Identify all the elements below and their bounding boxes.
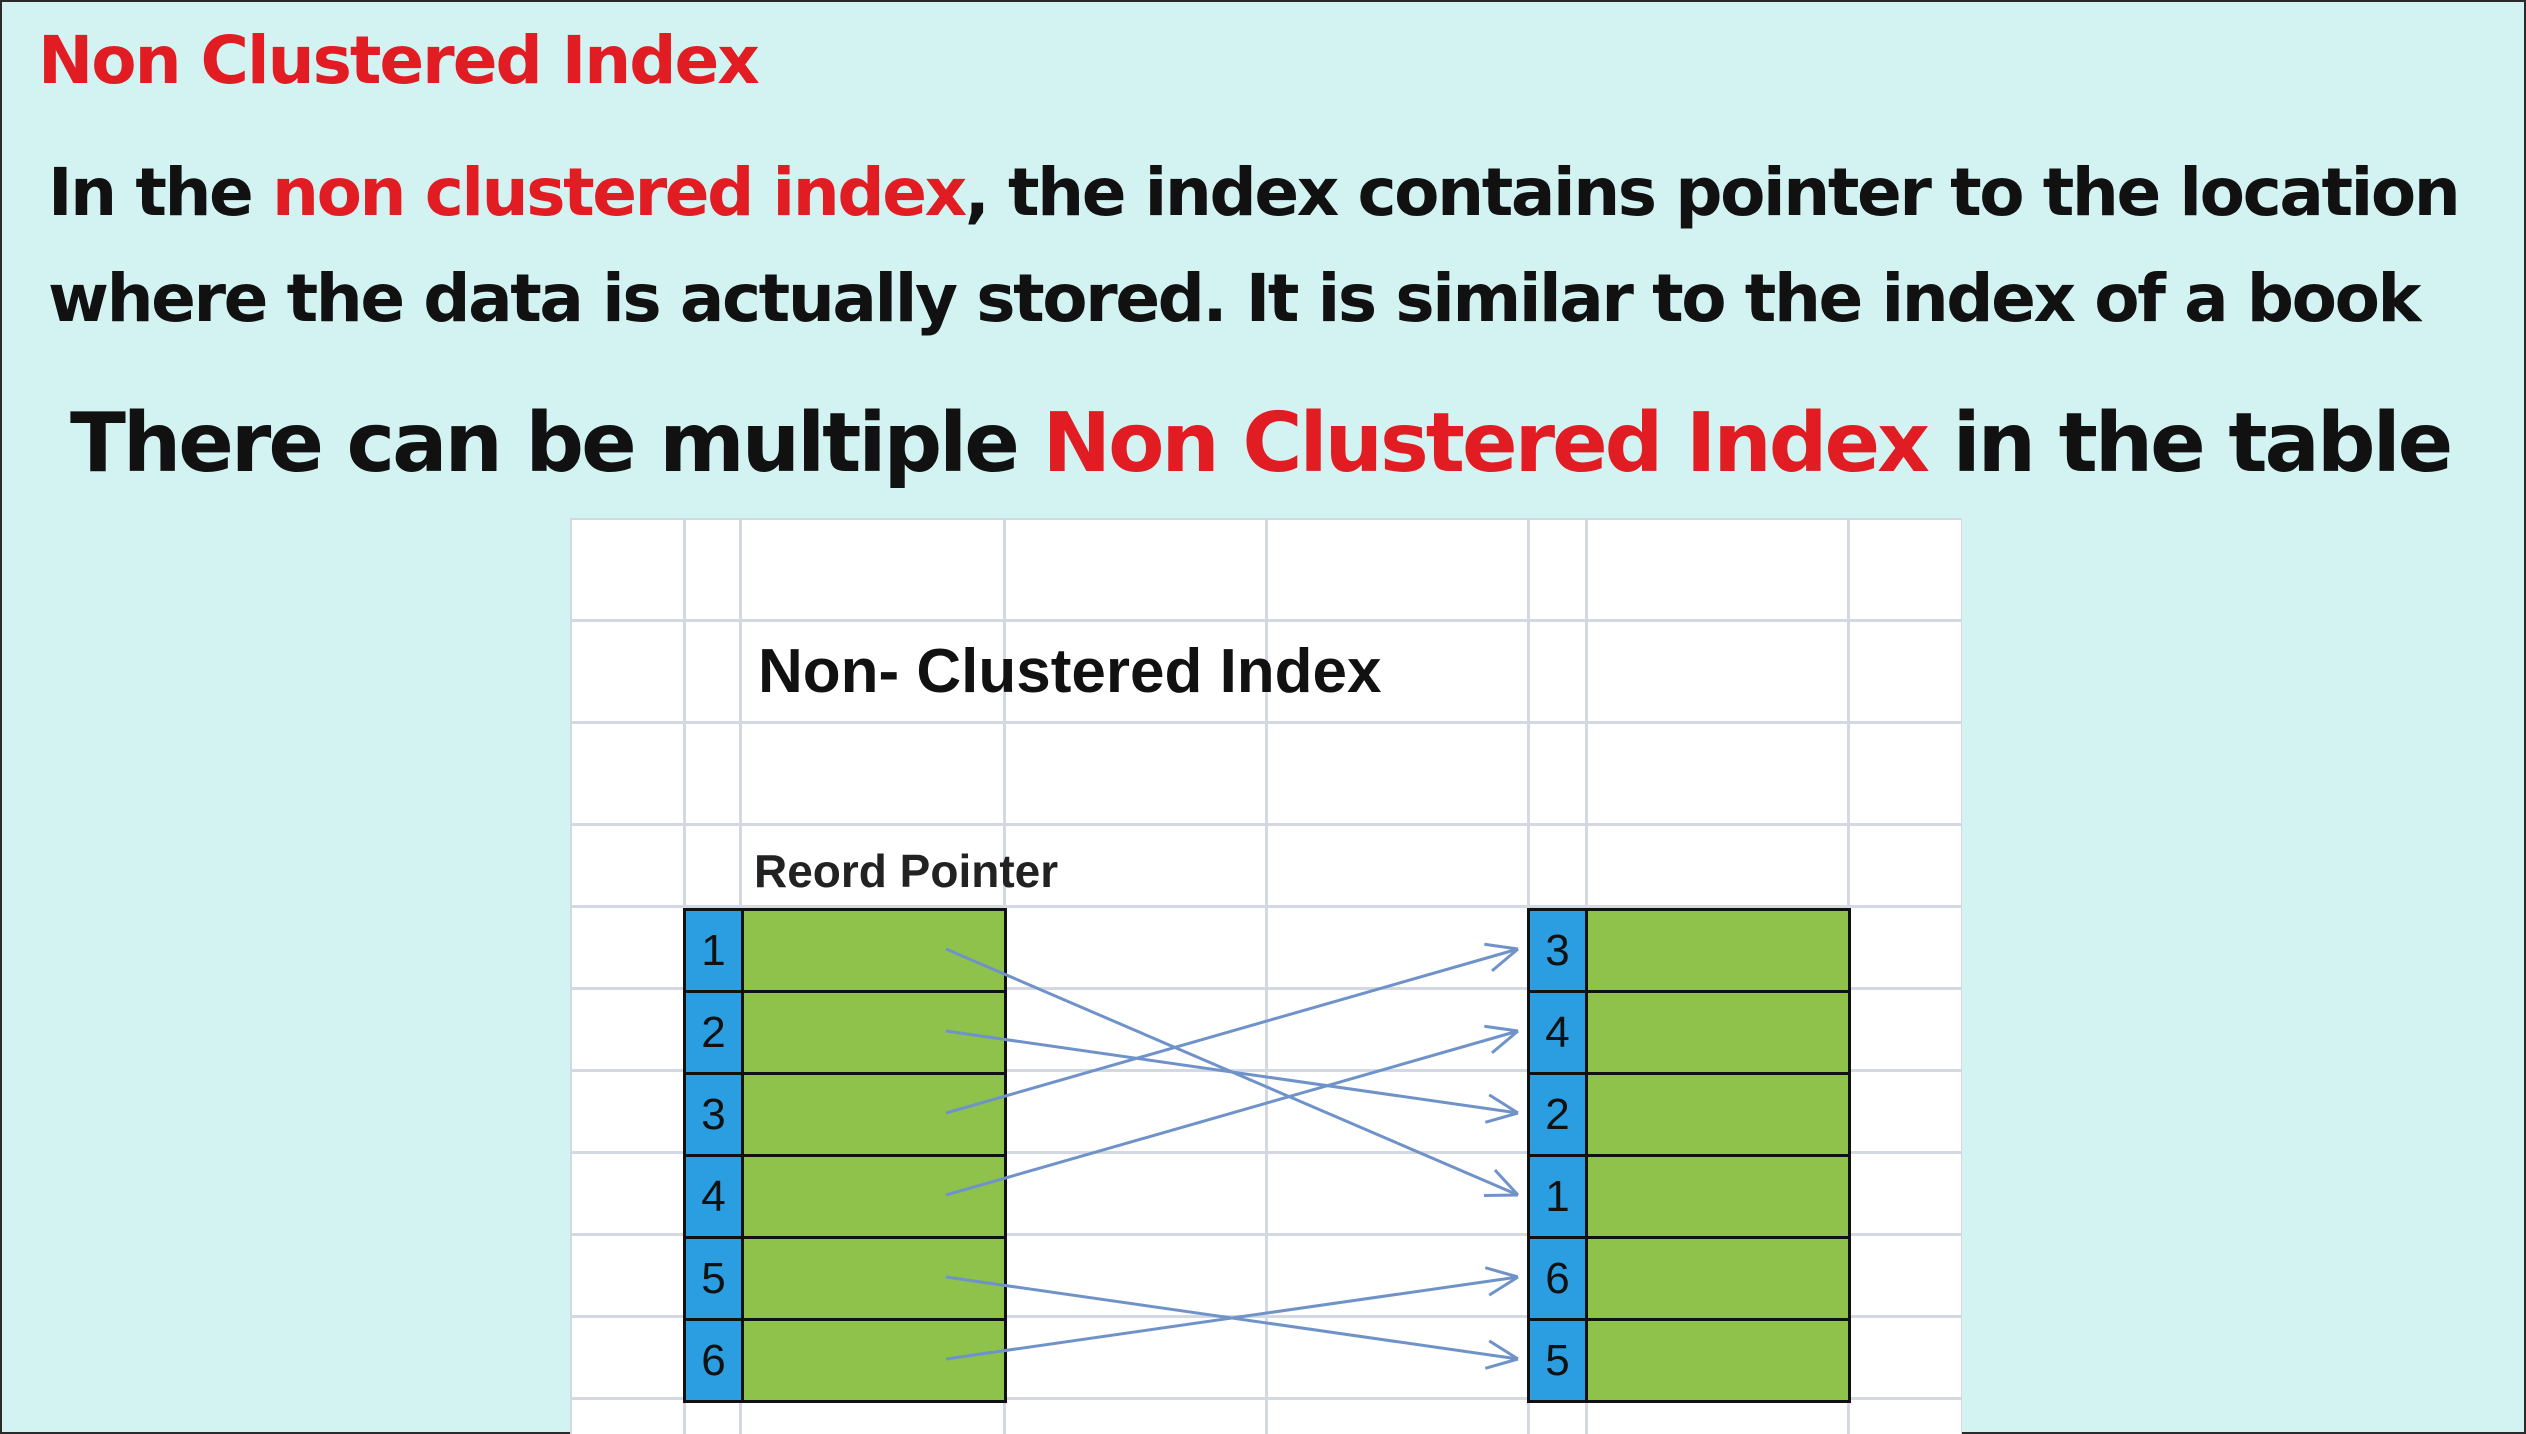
note-after: in the table [1927,396,2454,491]
pointer-arrow [945,1029,1519,1124]
slide-title: Non Clustered Index [38,22,760,99]
multiple-index-note: There can be multiple Non Clustered Inde… [70,396,2454,491]
definition-paragraph: In the non clustered index, the index co… [48,140,2468,352]
definition-highlight: non clustered index [272,154,967,231]
definition-intro: In the [48,154,272,231]
pointer-arrow [945,942,1519,1115]
note-highlight: Non Clustered Index [1042,396,1930,491]
pointer-arrow [945,1024,1519,1197]
pointer-arrows [945,942,1520,1370]
note-before: There can be multiple [70,396,1043,491]
spreadsheet-diagram: Non- Clustered Index Reord Pointer 12345… [570,518,1962,1434]
